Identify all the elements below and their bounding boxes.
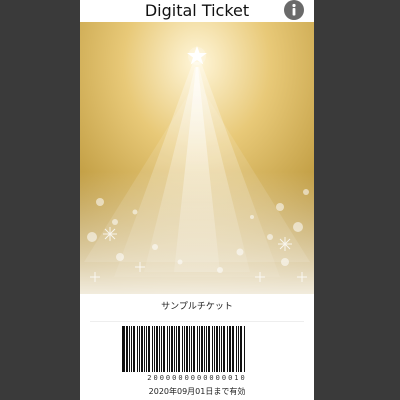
valid-until: 2020年09月01日まで有効 xyxy=(148,387,246,396)
page-title: Digital Ticket xyxy=(144,1,250,20)
barcode-bar xyxy=(201,326,203,372)
ticket-hero-image xyxy=(80,22,314,294)
barcode-bar xyxy=(152,326,153,372)
barcode-bar xyxy=(146,326,147,372)
barcode-bar xyxy=(236,326,237,372)
barcode-bar xyxy=(144,326,145,372)
barcode-bar xyxy=(184,326,185,372)
barcode-bar xyxy=(216,326,218,372)
barcode-bar xyxy=(176,326,177,372)
info-glyph xyxy=(292,3,296,16)
right-background xyxy=(320,0,400,400)
info-icon[interactable] xyxy=(284,0,304,20)
barcode-bar xyxy=(208,326,210,372)
barcode-bar xyxy=(221,326,222,372)
barcode-bar xyxy=(131,326,132,372)
barcode-bar xyxy=(244,326,245,372)
left-background xyxy=(0,0,80,400)
barcode-bar xyxy=(141,326,143,372)
ticket-name: サンプルチケット xyxy=(161,302,233,312)
barcode-bar xyxy=(214,326,215,372)
barcode-bar xyxy=(223,326,225,372)
barcode-bar xyxy=(204,326,205,372)
barcode-bar xyxy=(193,326,195,372)
barcode-bar xyxy=(156,326,158,372)
barcode-bar xyxy=(129,326,130,372)
barcode-bar xyxy=(139,326,140,372)
barcode-bar xyxy=(219,326,220,372)
barcode-bar xyxy=(240,326,242,372)
barcode-bar xyxy=(137,326,138,372)
barcode-bar xyxy=(178,326,180,372)
barcode-bar xyxy=(189,326,190,372)
ticket-card: Digital Ticket サンプルチケット 2000000000000010… xyxy=(80,0,314,400)
barcode-bar xyxy=(161,326,162,372)
barcode-bar xyxy=(148,326,150,372)
barcode-bar xyxy=(154,326,155,372)
barcode-bar xyxy=(171,326,173,372)
barcode xyxy=(122,326,245,372)
barcode-bar xyxy=(163,326,165,372)
barcode-bar xyxy=(186,326,188,372)
barcode-bar xyxy=(122,326,125,372)
barcode-number: 2000000000000010 xyxy=(147,374,247,382)
barcode-bar xyxy=(169,326,170,372)
barcode-bar xyxy=(191,326,192,372)
barcode-bar xyxy=(182,326,183,372)
barcode-bar xyxy=(232,326,234,372)
barcode-bar xyxy=(174,326,175,372)
barcode-bar xyxy=(197,326,198,372)
barcode-bar xyxy=(206,326,207,372)
barcode-bar xyxy=(227,326,228,372)
barcode-bar xyxy=(199,326,200,372)
barcode-bar xyxy=(238,326,239,372)
divider xyxy=(90,321,304,322)
barcode-bar xyxy=(167,326,168,372)
barcode-bar xyxy=(133,326,135,372)
barcode-bar xyxy=(229,326,231,372)
ticket-header: Digital Ticket xyxy=(80,0,314,22)
barcode-bar xyxy=(126,326,128,372)
barcode-bar xyxy=(159,326,160,372)
barcode-bar xyxy=(212,326,213,372)
